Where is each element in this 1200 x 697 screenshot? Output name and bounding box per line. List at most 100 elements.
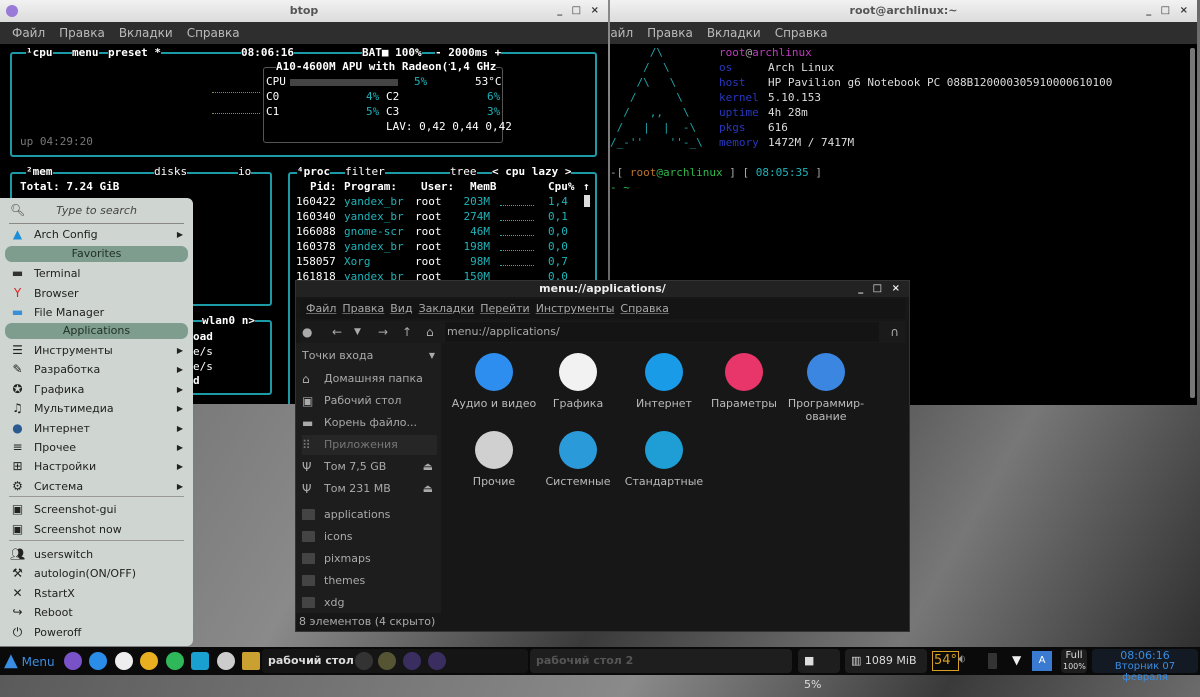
menu-item-arch-config[interactable]: ▲ Arch Config ▶ [0,225,193,244]
fm-menu-item[interactable]: Инструменты [536,302,615,315]
place-item[interactable]: ⌂ Домашняя папка [302,369,437,389]
interval[interactable]: - 2000ms + [435,46,502,60]
menu-item-screenshot[interactable]: ▣ Screenshot now [0,520,193,539]
title-bar[interactable]: btop _ □ × [0,0,608,22]
terminal-launcher-icon[interactable] [64,652,82,670]
fm-menu-item[interactable]: Вид [390,302,412,315]
title-bar[interactable]: root@archlinux:~ _ □ × [610,0,1197,22]
keyboard-layout-icon[interactable]: A [1032,651,1052,671]
fm-menu-item[interactable]: Закладки [419,302,475,315]
menu-item-session[interactable]: ✕ RstartX [0,584,193,603]
menu-help[interactable]: Справка [775,26,828,40]
folder-item[interactable]: pixmaps [302,549,437,569]
menu-tab[interactable]: menu [72,46,99,60]
clock[interactable]: 08:06:16 Вторник 07 февраля [1092,649,1198,683]
menu-help[interactable]: Справка [187,26,240,40]
home-button[interactable]: ⌂ [426,321,434,343]
app-launcher-icon[interactable] [140,652,158,670]
col-pid[interactable]: Pid: [310,180,337,194]
col-cpu[interactable]: Cpu% [548,180,575,194]
volume-icon[interactable]: 🔉︎ [958,652,966,667]
cherry-launcher-icon[interactable] [115,652,133,670]
col-program[interactable]: Program: [344,180,397,194]
filter-tab[interactable]: filter [345,165,385,179]
io-tab[interactable]: io [238,165,252,179]
menu-item-session[interactable]: ↪ Reboot [0,603,193,622]
menu-file[interactable]: Файл [610,26,633,40]
disks-tab[interactable]: disks [154,165,188,179]
menu-item-fav[interactable]: Y Browser [0,284,193,303]
place-item[interactable]: Ψ Том 7,5 GB ⏏ [302,457,437,477]
menu-item-category[interactable]: ♫ Мультимедиа ▶ [0,399,193,418]
folder-item[interactable]: icons [302,527,437,547]
fm-menu-item[interactable]: Справка [620,302,668,315]
folder-item[interactable]: themes [302,571,437,591]
place-item[interactable]: ⠿ Приложения [302,435,437,455]
fm-menu-item[interactable]: Файл [306,302,336,315]
proc-scrollbar[interactable] [584,195,590,207]
file-manager-launcher-icon[interactable] [89,652,107,670]
menu-item-category[interactable]: ⚙ Система ▶ [0,477,193,496]
menu-item-session[interactable]: ⚒ autologin(ON/OFF) [0,564,193,583]
task-terminal-icon[interactable] [355,652,373,670]
fm-menu-item[interactable]: Правка [342,302,384,315]
menu-item-session[interactable]: ⏻ Poweroff [0,623,193,642]
folder-item[interactable]: applications [302,505,437,525]
menu-item-category[interactable]: ● Интернет ▶ [0,419,193,438]
settings-launcher-icon[interactable] [191,652,209,670]
menu-button[interactable]: ▲ Menu [4,650,55,672]
eject-icon[interactable]: ⏏ [423,457,433,477]
eject-icon[interactable]: ⏏ [423,479,433,499]
app-category[interactable]: Параметры [699,353,789,410]
menu-item-fav[interactable]: ▬ File Manager [0,303,193,322]
menu-item-fav[interactable]: ▬ Terminal [0,264,193,283]
workspace-2[interactable]: рабочий стол 2 [530,649,792,673]
cpu-tab[interactable]: ¹cpu [26,46,53,60]
tools-launcher-icon[interactable] [242,652,260,670]
net-tab[interactable]: wlan0 n> [202,314,255,328]
menu-edit[interactable]: Правка [59,26,105,40]
terminal-scrollbar[interactable] [1190,48,1195,398]
mem-tab[interactable]: ²mem [26,165,53,179]
wifi-icon[interactable]: ▼ [1012,653,1021,667]
menu-tabs[interactable]: Вкладки [119,26,173,40]
app-category[interactable]: Интернет [619,353,709,410]
search-field[interactable]: 🔍︎ Type to search [0,201,193,220]
menu-item-category[interactable]: ☰ Инструменты ▶ [0,341,193,360]
place-item[interactable]: ▣ Рабочий стол [302,391,437,411]
reload-icon[interactable]: ∩ [890,321,899,343]
task-browser-icon[interactable] [378,652,396,670]
menu-file[interactable]: Файл [12,26,45,40]
folder-item[interactable]: xdg [302,593,437,613]
place-item[interactable]: ▬ Корень файло... [302,413,437,433]
app-category[interactable]: Системные [533,431,623,488]
task-terminal2-icon[interactable] [428,652,446,670]
menu-item-session[interactable]: 👥︎ userswitch [0,545,193,564]
proc-tab[interactable]: ⁴proc [297,165,331,179]
app-category[interactable]: Аудио и видео [449,353,539,410]
menu-item-category[interactable]: ≡ Прочее ▶ [0,438,193,457]
menu-edit[interactable]: Правка [647,26,693,40]
preset-tab[interactable]: preset * [108,46,161,60]
sort-selector[interactable]: < cpu lazy > [492,165,572,179]
up-button[interactable]: ↑ [402,321,412,343]
menu-item-category[interactable]: ✎ Разработка ▶ [0,360,193,379]
system-launcher-icon[interactable] [217,652,235,670]
menu-item-category[interactable]: ⊞ Настройки ▶ [0,457,193,476]
camera-launcher-icon[interactable] [166,652,184,670]
col-mem[interactable]: MemB [470,180,497,194]
app-category[interactable]: Графика [533,353,623,410]
tree-tab[interactable]: tree [450,165,477,179]
fm-menu-item[interactable]: Перейти [480,302,530,315]
places-header[interactable]: Точки входа ▼ [302,347,437,365]
title-bar[interactable]: menu://applications/_ □ × [296,281,909,297]
window-controls[interactable]: _ □ × [557,0,602,22]
battery-icon[interactable] [988,653,997,669]
menu-tabs[interactable]: Вкладки [707,26,761,40]
menu-item-screenshot[interactable]: ▣ Screenshot-gui [0,500,193,519]
history-dropdown[interactable]: ▼ [354,321,361,343]
window-controls[interactable]: _ □ × [858,281,903,297]
app-category[interactable]: Программир- ование [781,353,871,423]
prompt-cwd[interactable]: - ~ [610,181,630,195]
app-category[interactable]: Стандартные [619,431,709,488]
